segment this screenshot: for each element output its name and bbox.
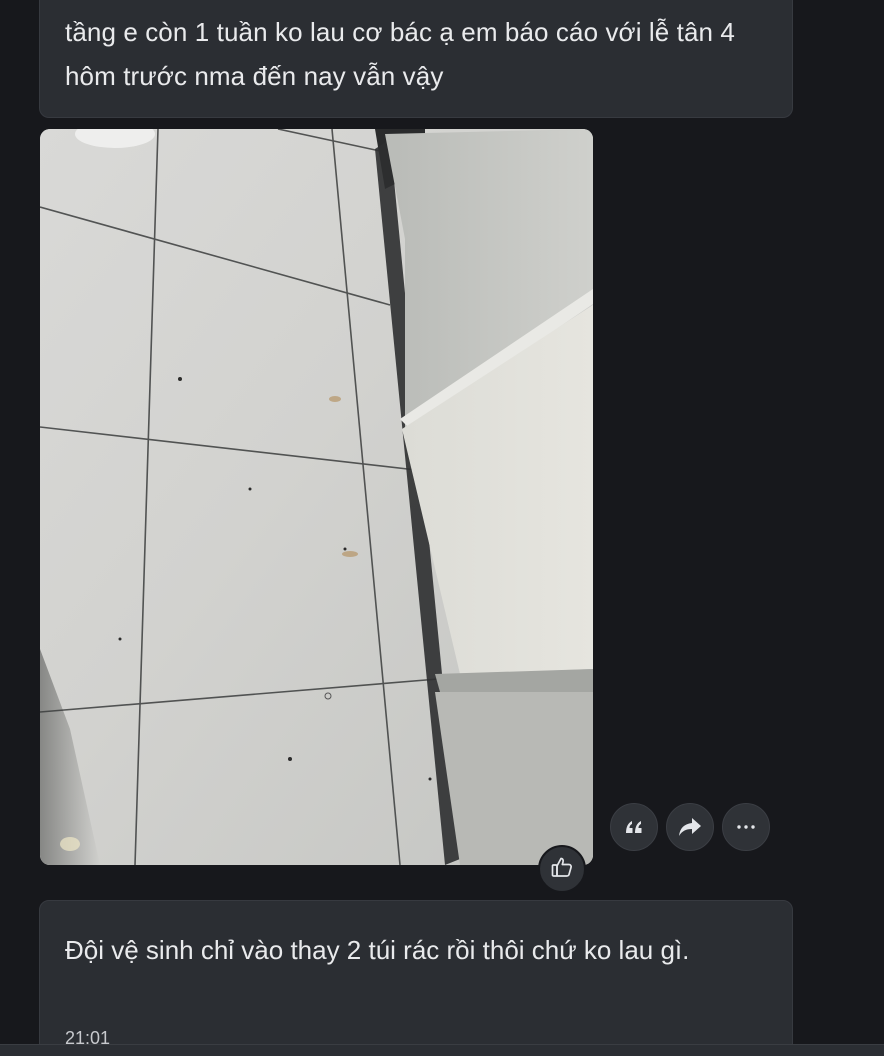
message-photo[interactable]: [40, 129, 593, 865]
message-bubble[interactable]: tầng e còn 1 tuần ko lau cơ bác ạ em báo…: [39, 0, 793, 118]
message-text: Đội vệ sinh chỉ vào thay 2 túi rác rồi t…: [65, 935, 690, 965]
reaction-button[interactable]: [538, 845, 586, 893]
photo-image: [40, 129, 593, 865]
forward-icon: [678, 817, 702, 837]
quote-icon: [624, 819, 644, 835]
forward-button[interactable]: [666, 803, 714, 851]
message-bubble[interactable]: Đội vệ sinh chỉ vào thay 2 túi rác rồi t…: [39, 900, 793, 1056]
quote-button[interactable]: [610, 803, 658, 851]
message-text: tầng e còn 1 tuần ko lau cơ bác ạ em báo…: [65, 17, 735, 91]
composer-edge: [0, 1044, 884, 1056]
thumbs-up-icon: [550, 855, 574, 884]
more-icon: [737, 825, 755, 829]
more-button[interactable]: [722, 803, 770, 851]
chat-view: tầng e còn 1 tuần ko lau cơ bác ạ em báo…: [0, 0, 884, 1056]
